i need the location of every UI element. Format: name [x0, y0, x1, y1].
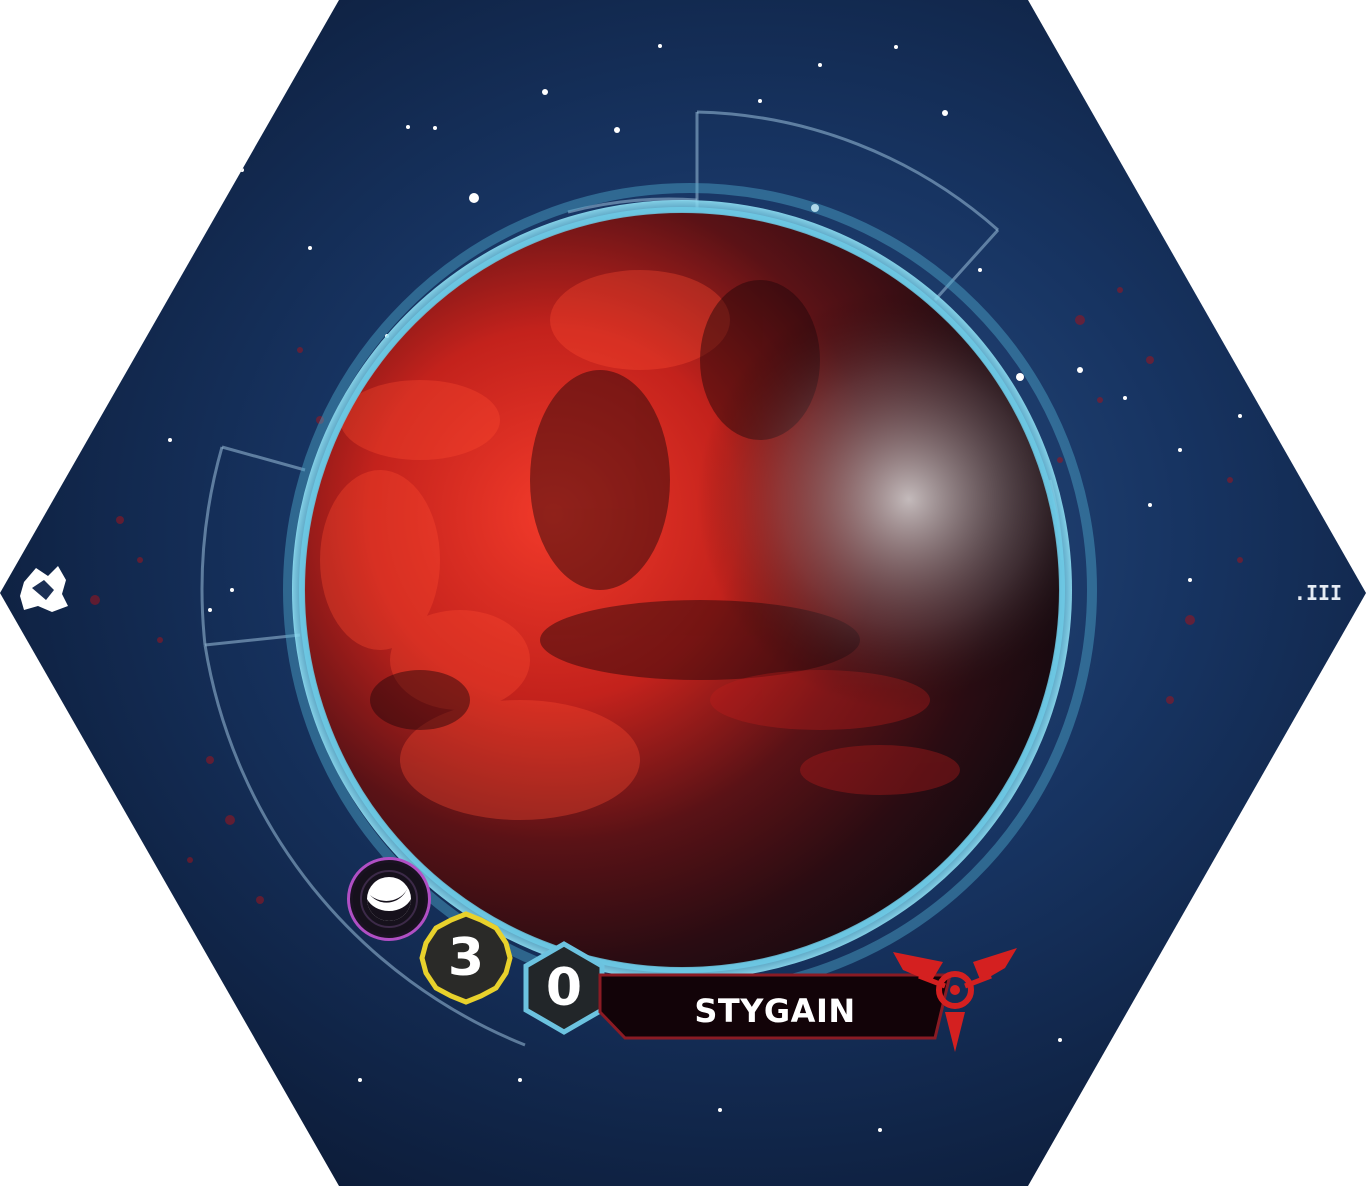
system-tile[interactable] — [0, 0, 1366, 1186]
resource-badge — [419, 911, 513, 1005]
cultural-trait-icon — [347, 857, 431, 941]
planet-stygain[interactable] — [304, 212, 1060, 968]
influence-badge — [523, 941, 605, 1035]
planet-name-plate — [598, 973, 952, 1040]
